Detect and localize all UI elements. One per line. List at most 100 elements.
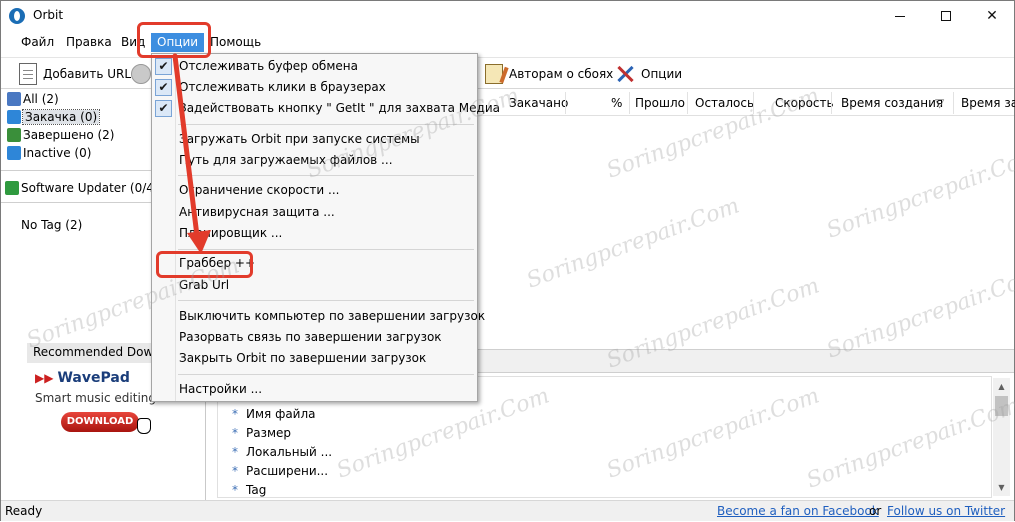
category-all[interactable]: All (2) bbox=[7, 90, 59, 108]
category-completed[interactable]: Завершено (2) bbox=[7, 126, 114, 144]
menu-item-disconnect[interactable]: Разорвать связь по завершении загрузок bbox=[152, 327, 477, 348]
report-bug-button[interactable]: Авторам о сбоях bbox=[485, 62, 613, 86]
col-elapsed[interactable]: Прошло bbox=[635, 96, 685, 110]
start-icon bbox=[131, 64, 151, 84]
menu-item-label: Настройки ... bbox=[179, 382, 263, 396]
add-url-label: Добавить URL bbox=[43, 67, 132, 81]
menu-file[interactable]: Файл bbox=[15, 33, 60, 52]
column-divider bbox=[953, 92, 954, 114]
menu-separator bbox=[178, 300, 474, 301]
menu-item-scheduler[interactable]: Планировщик ... bbox=[152, 223, 477, 244]
tag-label: No Tag (2) bbox=[21, 218, 83, 232]
menu-item-autostart[interactable]: Загружать Orbit при запуске системы bbox=[152, 129, 477, 150]
tools-icon bbox=[615, 64, 635, 84]
menu-help[interactable]: Помощь bbox=[204, 33, 267, 52]
orbit-window: Orbit ✕ Файл Правка Вид Опции Помощь Доб… bbox=[0, 0, 1015, 521]
menu-separator bbox=[178, 175, 474, 176]
detail-label: Имя файла bbox=[246, 407, 316, 421]
list-icon bbox=[7, 92, 21, 106]
menu-item-antivirus[interactable]: Антивирусная защита ... bbox=[152, 202, 477, 223]
menu-item-label: Закрыть Orbit по завершении загрузок bbox=[179, 351, 427, 365]
menu-separator bbox=[178, 124, 474, 125]
options-toolbar-button[interactable]: Опции bbox=[615, 62, 682, 86]
maximize-button[interactable] bbox=[923, 1, 969, 31]
column-divider bbox=[629, 92, 630, 114]
menu-edit[interactable]: Правка bbox=[60, 33, 118, 52]
details-scrollbar[interactable]: ▲ ▼ bbox=[993, 378, 1010, 496]
col-percent[interactable]: % bbox=[611, 96, 622, 110]
menu-item-label: Отслеживать клики в браузерах bbox=[179, 80, 386, 94]
menu-item-label: Отслеживать буфер обмена bbox=[179, 59, 358, 73]
scroll-thumb[interactable] bbox=[995, 396, 1008, 416]
inactive-icon bbox=[7, 146, 21, 160]
menu-item-grab-url[interactable]: Grab Url bbox=[152, 275, 477, 296]
category-inactive-label: Inactive (0) bbox=[23, 146, 92, 160]
twitter-link[interactable]: Follow us on Twitter bbox=[887, 504, 1005, 518]
category-downloading-label: Закачка (0) bbox=[21, 109, 101, 125]
minimize-button[interactable] bbox=[877, 1, 923, 31]
close-button[interactable]: ✕ bbox=[969, 1, 1015, 31]
status-bar: Ready Become a fan on Facebook or Follow… bbox=[1, 500, 1014, 521]
menu-item-download-path[interactable]: Путь для загружаемых файлов ... bbox=[152, 150, 477, 171]
add-url-button[interactable]: Добавить URL bbox=[19, 62, 131, 86]
column-divider bbox=[831, 92, 832, 114]
column-divider bbox=[565, 92, 566, 114]
menu-item-track-clipboard[interactable]: ✔ Отслеживать буфер обмена bbox=[152, 56, 477, 77]
menu-item-label: Антивирусная защита ... bbox=[179, 205, 335, 219]
ad-title[interactable]: ▶▶ WavePad bbox=[35, 370, 130, 386]
start-button[interactable] bbox=[131, 62, 151, 86]
download-arrow-icon bbox=[7, 110, 21, 124]
detail-item: * Локальный ... bbox=[232, 445, 332, 459]
menu-item-label: Задействовать кнопку " GetIt " для захва… bbox=[179, 101, 500, 115]
ad-title-text: WavePad bbox=[57, 370, 130, 386]
menu-item-getit-button[interactable]: ✔ Задействовать кнопку " GetIt " для зах… bbox=[152, 98, 500, 119]
software-updater[interactable]: Software Updater (0/44) bbox=[5, 179, 166, 197]
menu-item-label: Выключить компьютер по завершении загруз… bbox=[179, 309, 486, 323]
download-button[interactable]: DOWNLOAD bbox=[61, 412, 139, 432]
tag-item[interactable]: No Tag (2) bbox=[21, 216, 82, 234]
updater-icon bbox=[5, 181, 19, 195]
menu-item-label: Загружать Orbit при запуске системы bbox=[179, 132, 420, 146]
menu-item-label: Ограничение скорости ... bbox=[179, 183, 340, 197]
options-toolbar-label: Опции bbox=[641, 67, 683, 81]
orbit-logo-icon bbox=[9, 8, 25, 24]
menu-item-track-browser-clicks[interactable]: ✔ Отслеживать клики в браузерах bbox=[152, 77, 477, 98]
menu-item-speed-limit[interactable]: Ограничение скорости ... bbox=[152, 180, 477, 201]
close-icon: ✕ bbox=[986, 8, 998, 24]
category-inactive[interactable]: Inactive (0) bbox=[7, 144, 91, 162]
category-downloading[interactable]: Закачка (0) bbox=[7, 108, 101, 126]
menu-item-shutdown[interactable]: Выключить компьютер по завершении загруз… bbox=[152, 306, 485, 327]
detail-item: * Расширени... bbox=[232, 464, 328, 478]
bullet-icon: * bbox=[232, 483, 238, 497]
check-icon: ✔ bbox=[155, 79, 172, 96]
detail-label: Размер bbox=[246, 426, 292, 440]
status-or: or bbox=[869, 504, 882, 518]
col-created[interactable]: Время создания bbox=[841, 96, 943, 110]
column-divider bbox=[687, 92, 688, 114]
facebook-link[interactable]: Become a fan on Facebook bbox=[717, 504, 879, 518]
col-speed[interactable]: Скорость bbox=[775, 96, 834, 110]
menu-item-close-orbit[interactable]: Закрыть Orbit по завершении загрузок bbox=[152, 348, 477, 369]
notepad-icon bbox=[485, 64, 503, 84]
software-updater-label: Software Updater (0/44) bbox=[21, 181, 167, 195]
scroll-down-icon[interactable]: ▼ bbox=[993, 479, 1010, 496]
detail-label: Расширени... bbox=[246, 464, 329, 478]
detail-label: Tag bbox=[246, 483, 267, 497]
detail-item: * Tag bbox=[232, 483, 266, 497]
hand-cursor-icon bbox=[137, 418, 151, 434]
menu-item-label: Планировщик ... bbox=[179, 226, 283, 240]
minimize-icon bbox=[895, 15, 905, 17]
bullet-icon: * bbox=[232, 407, 238, 421]
col-remaining[interactable]: Осталось bbox=[695, 96, 754, 110]
col-downloaded[interactable]: Закачано bbox=[509, 96, 568, 110]
scroll-up-icon[interactable]: ▲ bbox=[993, 378, 1010, 395]
menu-item-label: Разорвать связь по завершении загрузок bbox=[179, 330, 442, 344]
completed-icon bbox=[7, 128, 21, 142]
menu-separator bbox=[178, 374, 474, 375]
bullet-icon: * bbox=[232, 464, 238, 478]
detail-item: * Размер bbox=[232, 426, 291, 440]
options-dropdown: ✔ Отслеживать буфер обмена ✔ Отслеживать… bbox=[151, 53, 500, 402]
bullet-icon: * bbox=[232, 426, 238, 440]
menu-item-settings[interactable]: Настройки ... bbox=[152, 379, 477, 400]
col-time[interactable]: Время за bbox=[961, 96, 1015, 110]
